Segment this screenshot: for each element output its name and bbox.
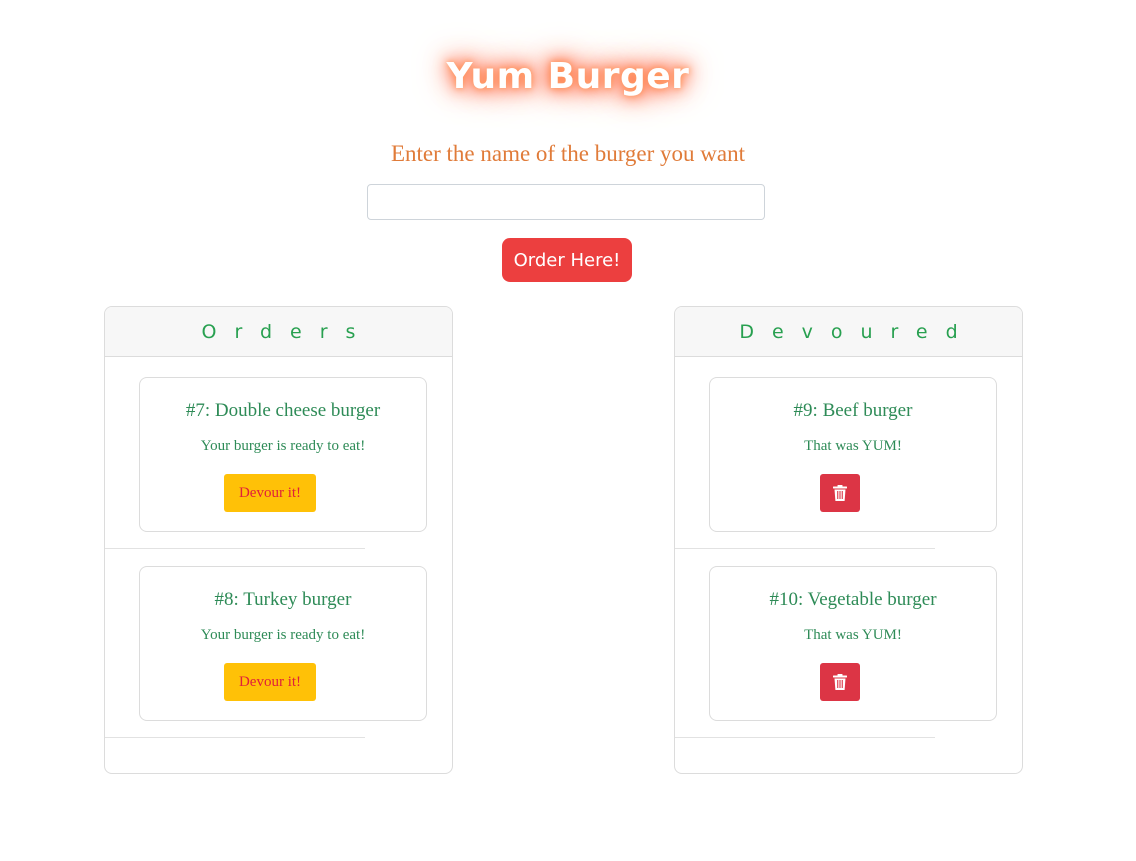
list-divider (675, 548, 935, 549)
order-card: #8: Turkey burger Your burger is ready t… (139, 566, 427, 721)
order-card-status: Your burger is ready to eat! (200, 438, 366, 454)
devoured-card: #10: Vegetable burger That was YUM! (709, 566, 997, 721)
orders-panel-heading: Orders (105, 307, 452, 357)
delete-button[interactable] (820, 663, 860, 701)
trash-icon (833, 485, 847, 501)
list-divider (105, 548, 365, 549)
burger-name-input[interactable] (367, 184, 765, 220)
devoured-panel: Devoured #9: Beef burger That was YUM! #… (674, 306, 1023, 774)
devoured-card-status: That was YUM! (804, 438, 902, 454)
order-card-title: #7: Double cheese burger (185, 400, 381, 421)
burger-name-prompt: Enter the name of the burger you want (390, 141, 746, 166)
order-card-status: Your burger is ready to eat! (200, 627, 366, 643)
devoured-card: #9: Beef burger That was YUM! (709, 377, 997, 532)
devoured-panel-heading: Devoured (675, 307, 1022, 357)
devoured-card-title: #10: Vegetable burger (769, 589, 937, 610)
trash-icon (833, 674, 847, 690)
devoured-card-status: That was YUM! (804, 627, 902, 643)
devour-button[interactable]: Devour it! (224, 663, 316, 701)
list-divider (675, 737, 935, 738)
app-title: Yum Burger (446, 56, 690, 97)
order-button[interactable]: Order Here! (502, 238, 632, 282)
devour-button[interactable]: Devour it! (224, 474, 316, 512)
order-card-title: #8: Turkey burger (214, 589, 352, 610)
devoured-card-title: #9: Beef burger (793, 400, 913, 421)
orders-panel: Orders #7: Double cheese burger Your bur… (104, 306, 453, 774)
delete-button[interactable] (820, 474, 860, 512)
list-divider (105, 737, 365, 738)
order-card: #7: Double cheese burger Your burger is … (139, 377, 427, 532)
